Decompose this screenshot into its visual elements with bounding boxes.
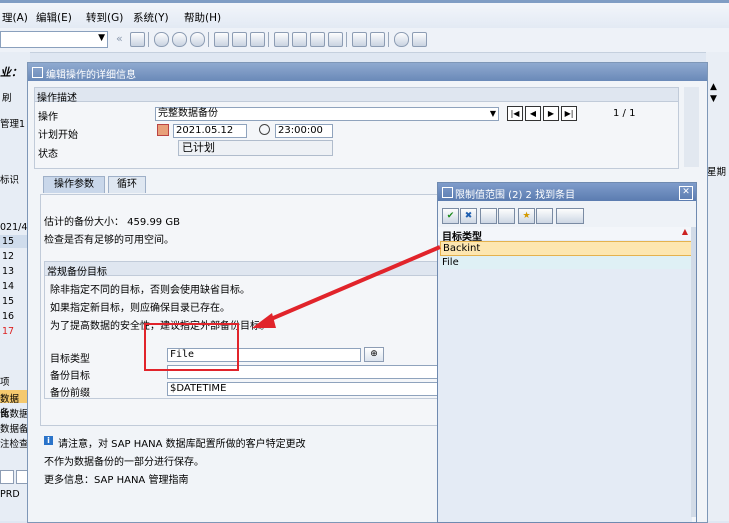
annotation-arrow-line xyxy=(263,245,441,324)
annotation-arrow xyxy=(252,245,441,328)
annotation-arrow-head xyxy=(252,313,276,328)
